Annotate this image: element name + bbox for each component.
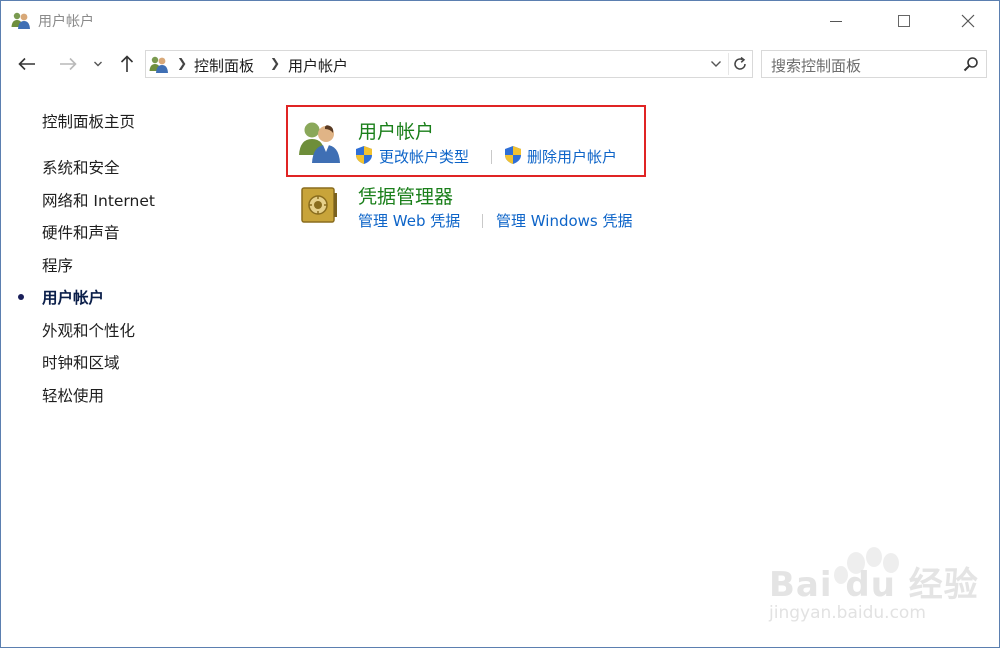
vault-icon[interactable] xyxy=(300,185,338,225)
maximize-button[interactable] xyxy=(881,1,927,41)
sidebar-item-hardware-sound[interactable]: 硬件和声音 xyxy=(42,221,120,243)
minimize-icon xyxy=(830,20,842,22)
maximize-icon xyxy=(898,15,910,27)
manage-windows-credentials-link[interactable]: 管理 Windows 凭据 xyxy=(496,210,633,231)
sidebar-item-programs[interactable]: 程序 xyxy=(42,254,73,276)
arrow-left-icon xyxy=(18,57,35,71)
refresh-icon xyxy=(734,56,746,70)
users-icon xyxy=(11,12,30,29)
uac-shield-icon xyxy=(505,146,521,164)
category-title-user-accounts[interactable]: 用户帐户 xyxy=(358,117,434,144)
change-account-type-link[interactable]: 更改帐户类型 xyxy=(379,146,469,167)
sidebar-item-network-internet[interactable]: 网络和 Internet xyxy=(42,189,155,211)
users-icon[interactable] xyxy=(297,119,343,163)
window-title: 用户帐户 xyxy=(38,14,94,30)
category-title-credential-manager[interactable]: 凭据管理器 xyxy=(358,182,453,209)
recent-locations-button[interactable] xyxy=(89,51,107,77)
title-bar[interactable]: 用户帐户 xyxy=(1,1,999,41)
active-bullet-icon xyxy=(18,294,24,300)
link-divider xyxy=(491,150,492,164)
uac-shield-icon xyxy=(356,146,372,164)
delete-user-account-link[interactable]: 删除用户帐户 xyxy=(527,146,617,167)
breadcrumb-user-accounts[interactable]: 用户帐户 xyxy=(288,55,348,76)
sidebar-item-appearance[interactable]: 外观和个性化 xyxy=(42,319,135,341)
address-dropdown-button[interactable] xyxy=(706,54,726,74)
chevron-down-icon xyxy=(94,61,102,67)
link-divider xyxy=(482,214,483,228)
minimize-button[interactable] xyxy=(813,1,859,41)
sidebar-item-user-accounts[interactable]: 用户帐户 xyxy=(42,286,104,308)
sidebar-home-link[interactable]: 控制面板主页 xyxy=(42,110,135,132)
refresh-button[interactable] xyxy=(728,53,751,75)
sidebar-item-system-security[interactable]: 系统和安全 xyxy=(42,156,120,178)
address-bar[interactable]: ❯ 控制面板 ❯ 用户帐户 xyxy=(145,50,753,78)
sidebar-item-clock-region[interactable]: 时钟和区域 xyxy=(42,351,120,373)
manage-web-credentials-link[interactable]: 管理 Web 凭据 xyxy=(358,210,460,231)
arrow-up-icon xyxy=(120,55,134,72)
breadcrumb-separator-icon[interactable]: ❯ xyxy=(270,56,280,70)
breadcrumb-control-panel[interactable]: 控制面板 xyxy=(194,55,254,76)
close-icon xyxy=(961,14,975,28)
search-icon[interactable] xyxy=(963,56,979,72)
search-input[interactable]: 搜索控制面板 xyxy=(761,50,987,78)
close-button[interactable] xyxy=(945,1,991,41)
back-button[interactable] xyxy=(14,51,40,77)
watermark-brand: Bai du 经验 xyxy=(769,565,979,605)
forward-button[interactable] xyxy=(55,51,81,77)
breadcrumb-separator-icon[interactable]: ❯ xyxy=(177,56,187,70)
up-button[interactable] xyxy=(114,51,140,77)
control-panel-icon xyxy=(149,56,168,73)
arrow-right-icon xyxy=(60,57,77,71)
chevron-down-icon xyxy=(711,61,721,67)
search-placeholder: 搜索控制面板 xyxy=(771,57,862,75)
watermark-url: jingyan.baidu.com xyxy=(769,603,926,623)
sidebar-item-ease-of-access[interactable]: 轻松使用 xyxy=(42,384,104,406)
control-panel-window: 用户帐户 ❯ 控制面板 ❯ 用户帐户 搜索控制面板 控制面板主页 系统和安全 网… xyxy=(0,0,1000,648)
